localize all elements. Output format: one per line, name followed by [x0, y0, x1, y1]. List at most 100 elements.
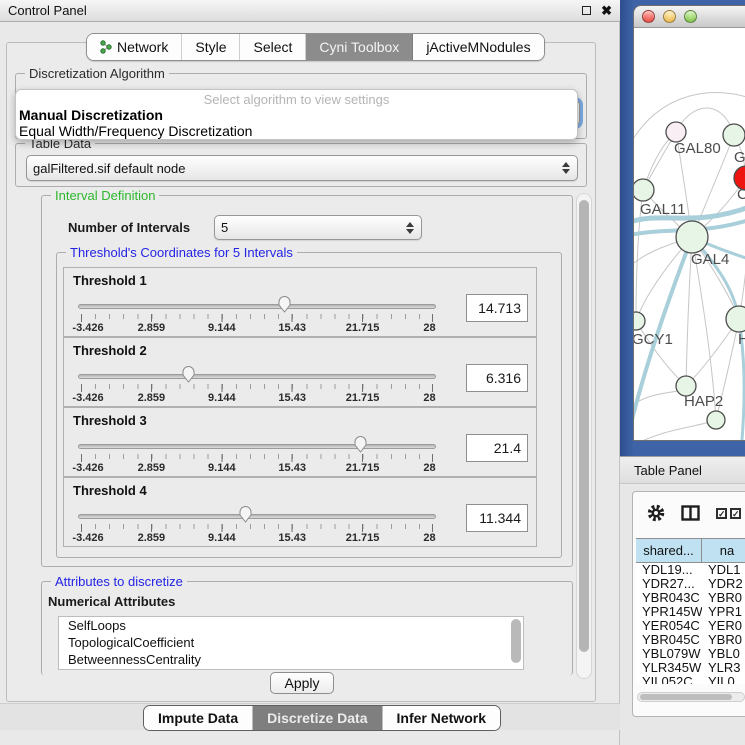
- panel-header: Control Panel ✖: [0, 0, 620, 22]
- list-scrollbar[interactable]: [511, 619, 521, 663]
- slider-tick-labels: -3.4262.8599.14415.4321.71528: [81, 322, 433, 334]
- threshold-coordinates-group: Threshold's Coordinates for 5 Intervals …: [56, 252, 562, 558]
- threshold-3-slider[interactable]: -3.4262.8599.14415.4321.71528: [78, 440, 436, 470]
- apply-button[interactable]: Apply: [270, 672, 334, 694]
- zoom-traffic-light[interactable]: [684, 10, 697, 23]
- threshold-1-panel: Threshold 1 -3.4262.8599.14415.4321.7152…: [63, 267, 537, 337]
- network-view-frame: GAL80 GA C GAL11 GAL4 GCY1 H HAP2: [620, 0, 745, 456]
- list-item[interactable]: BetweennessCentrality: [59, 651, 523, 668]
- checkbox-checked-icon[interactable]: ✓: [716, 508, 727, 519]
- table-panel: ✓ ✓ shared... na YDL19...YDL1 YDR27...YD…: [620, 485, 745, 745]
- table-row[interactable]: YDR27...YDR2: [636, 577, 745, 591]
- node-bottom[interactable]: [707, 411, 725, 429]
- node-label-hap2: HAP2: [684, 393, 723, 410]
- node-top-right[interactable]: [723, 124, 745, 146]
- table-header-row: shared... na: [636, 538, 745, 563]
- table-data-combobox[interactable]: galFiltered.sif default node: [26, 155, 578, 181]
- tab-discretize-data[interactable]: Discretize Data: [253, 706, 382, 730]
- slider-tick-labels: -3.4262.8599.14415.4321.71528: [81, 462, 433, 474]
- node-gal11[interactable]: [634, 179, 654, 201]
- table-row[interactable]: YPR145WYPR1: [636, 605, 745, 619]
- table-row[interactable]: YIL052CYIL0: [636, 675, 745, 684]
- tab-impute-data[interactable]: Impute Data: [144, 706, 253, 730]
- list-item[interactable]: TopologicalCoefficient: [59, 634, 523, 651]
- table-row[interactable]: YER054CYER0: [636, 619, 745, 633]
- table-row[interactable]: YLR345WYLR3: [636, 661, 745, 675]
- float-window-icon[interactable]: [582, 6, 591, 15]
- node-label-gal4: GAL4: [691, 251, 729, 268]
- interval-definition-group: Interval Definition Number of Intervals …: [41, 195, 573, 567]
- node-table-card: ✓ ✓ shared... na YDL19...YDL1 YDR27...YD…: [632, 491, 745, 717]
- tab-jactivemnodules[interactable]: jActiveMNodules: [413, 34, 543, 60]
- slider-thumb[interactable]: [353, 435, 368, 454]
- threshold-4-slider[interactable]: -3.4262.8599.14415.4321.71528: [78, 510, 436, 540]
- group-title: Discretization Algorithm: [25, 66, 169, 81]
- column-header-name[interactable]: na: [702, 539, 745, 562]
- scrollbar-thumb[interactable]: [640, 694, 732, 700]
- control-panel: Control Panel ✖ Network Style Select Cyn…: [0, 0, 620, 745]
- column-header-shared-name[interactable]: shared...: [636, 539, 702, 562]
- tab-infer-network[interactable]: Infer Network: [383, 706, 500, 730]
- network-canvas[interactable]: GAL80 GA C GAL11 GAL4 GCY1 H HAP2: [634, 28, 745, 441]
- threshold-4-value[interactable]: 11.344: [466, 504, 528, 532]
- dropdown-option-equal-width[interactable]: Equal Width/Frequency Discretization: [16, 123, 577, 139]
- table-row[interactable]: YDL19...YDL1: [636, 563, 745, 577]
- tab-network[interactable]: Network: [87, 34, 182, 60]
- num-intervals-label: Number of Intervals: [68, 220, 190, 235]
- slider-major-ticks: [81, 454, 433, 462]
- stepper-icon: [560, 160, 571, 176]
- node-gal80[interactable]: [666, 122, 686, 142]
- slider-tick-labels: -3.4262.8599.14415.4321.71528: [81, 532, 433, 544]
- panel-scrollbar-thumb[interactable]: [579, 200, 589, 652]
- slider-thumb[interactable]: [181, 365, 196, 384]
- threshold-1-slider[interactable]: -3.4262.8599.14415.4321.71528: [78, 300, 436, 330]
- group-title: Threshold's Coordinates for 5 Intervals: [66, 245, 297, 260]
- table-data-group: Table Data galFiltered.sif default node: [15, 143, 587, 187]
- network-window-titlebar[interactable]: [634, 6, 745, 28]
- close-icon[interactable]: ✖: [601, 4, 612, 17]
- slider-track[interactable]: [78, 374, 436, 379]
- list-item[interactable]: SelfLoops: [59, 617, 523, 634]
- slider-thumb[interactable]: [277, 295, 292, 314]
- tab-select[interactable]: Select: [240, 34, 306, 60]
- threshold-2-value[interactable]: 6.316: [466, 364, 528, 392]
- network-window[interactable]: GAL80 GA C GAL11 GAL4 GCY1 H HAP2: [633, 5, 745, 441]
- panel-scrollbar[interactable]: [576, 193, 592, 679]
- node-label-gcy1: GCY1: [633, 331, 673, 348]
- threshold-2-slider[interactable]: -3.4262.8599.14415.4321.71528: [78, 370, 436, 400]
- close-traffic-light[interactable]: [642, 10, 655, 23]
- threshold-1-value[interactable]: 14.713: [466, 294, 528, 322]
- tab-style[interactable]: Style: [182, 34, 240, 60]
- table-row[interactable]: YBR045CYBR0: [636, 633, 745, 647]
- group-title: Interval Definition: [51, 188, 159, 203]
- attributes-group: Attributes to discretize Numerical Attri…: [41, 581, 573, 675]
- stepper-icon: [404, 220, 415, 236]
- gear-icon[interactable]: [647, 504, 665, 522]
- slider-track[interactable]: [78, 444, 436, 449]
- slider-track[interactable]: [78, 514, 436, 519]
- checkbox-checked-icon[interactable]: ✓: [730, 508, 741, 519]
- threshold-label: Threshold 2: [73, 343, 147, 358]
- threshold-label: Threshold 1: [73, 273, 147, 288]
- tab-label: Select: [253, 39, 292, 55]
- node-gcy1[interactable]: [634, 312, 645, 330]
- tab-cyni-toolbox[interactable]: Cyni Toolbox: [306, 34, 413, 60]
- bottom-tab-bar: Impute Data Discretize Data Infer Networ…: [0, 703, 620, 730]
- slider-track[interactable]: [78, 304, 436, 309]
- threshold-label: Threshold 4: [73, 483, 147, 498]
- network-icon: [100, 40, 112, 54]
- slider-thumb[interactable]: [238, 505, 253, 524]
- table-horizontal-scrollbar[interactable]: [637, 692, 745, 702]
- slider-major-ticks: [81, 314, 433, 322]
- threshold-3-value[interactable]: 21.4: [466, 434, 528, 462]
- node-gal4[interactable]: [676, 221, 708, 253]
- num-intervals-combobox[interactable]: 5: [214, 215, 422, 240]
- split-columns-icon[interactable]: [681, 505, 700, 521]
- attributes-list[interactable]: SelfLoops TopologicalCoefficient Between…: [58, 616, 524, 670]
- table-row[interactable]: YBR043CYBR0: [636, 591, 745, 605]
- minimize-traffic-light[interactable]: [663, 10, 676, 23]
- dropdown-option-manual[interactable]: Manual Discretization: [16, 107, 577, 123]
- tab-label: jActiveMNodules: [426, 39, 530, 55]
- table-row[interactable]: YBL079WYBL0: [636, 647, 745, 661]
- node-h[interactable]: [726, 306, 745, 332]
